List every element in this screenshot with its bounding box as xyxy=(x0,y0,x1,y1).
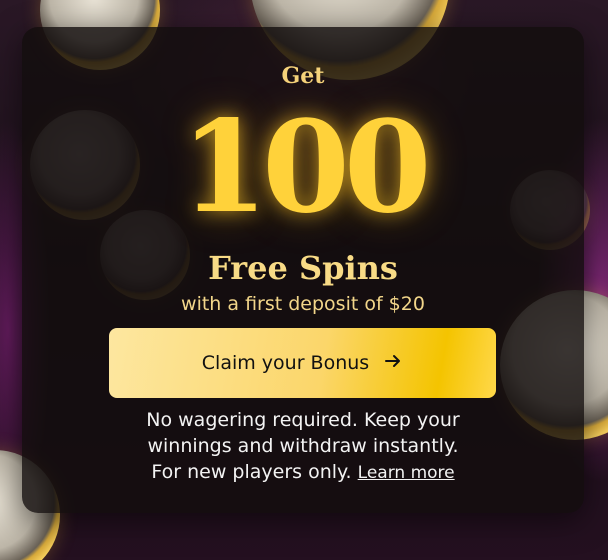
terms-line-3-text: For new players only. xyxy=(151,461,352,483)
terms-text: No wagering required. Keep your winnings… xyxy=(22,407,584,486)
terms-line-1: No wagering required. Keep your xyxy=(146,409,460,431)
learn-more-link[interactable]: Learn more xyxy=(358,463,455,483)
promo-card: Get 100 Free Spins with a first deposit … xyxy=(22,27,584,513)
spins-amount: 100 xyxy=(180,93,431,241)
claim-bonus-button[interactable]: Claim your Bonus xyxy=(109,328,496,398)
claim-bonus-label: Claim your Bonus xyxy=(201,352,370,374)
get-label: Get xyxy=(281,63,325,89)
deposit-requirement: with a first deposit of $20 xyxy=(181,293,425,315)
terms-line-3: For new players only. Learn more xyxy=(22,459,584,486)
arrow-right-icon xyxy=(383,351,403,376)
free-spins-label: Free Spins xyxy=(208,249,398,287)
terms-line-2: winnings and withdraw instantly. xyxy=(147,435,459,457)
